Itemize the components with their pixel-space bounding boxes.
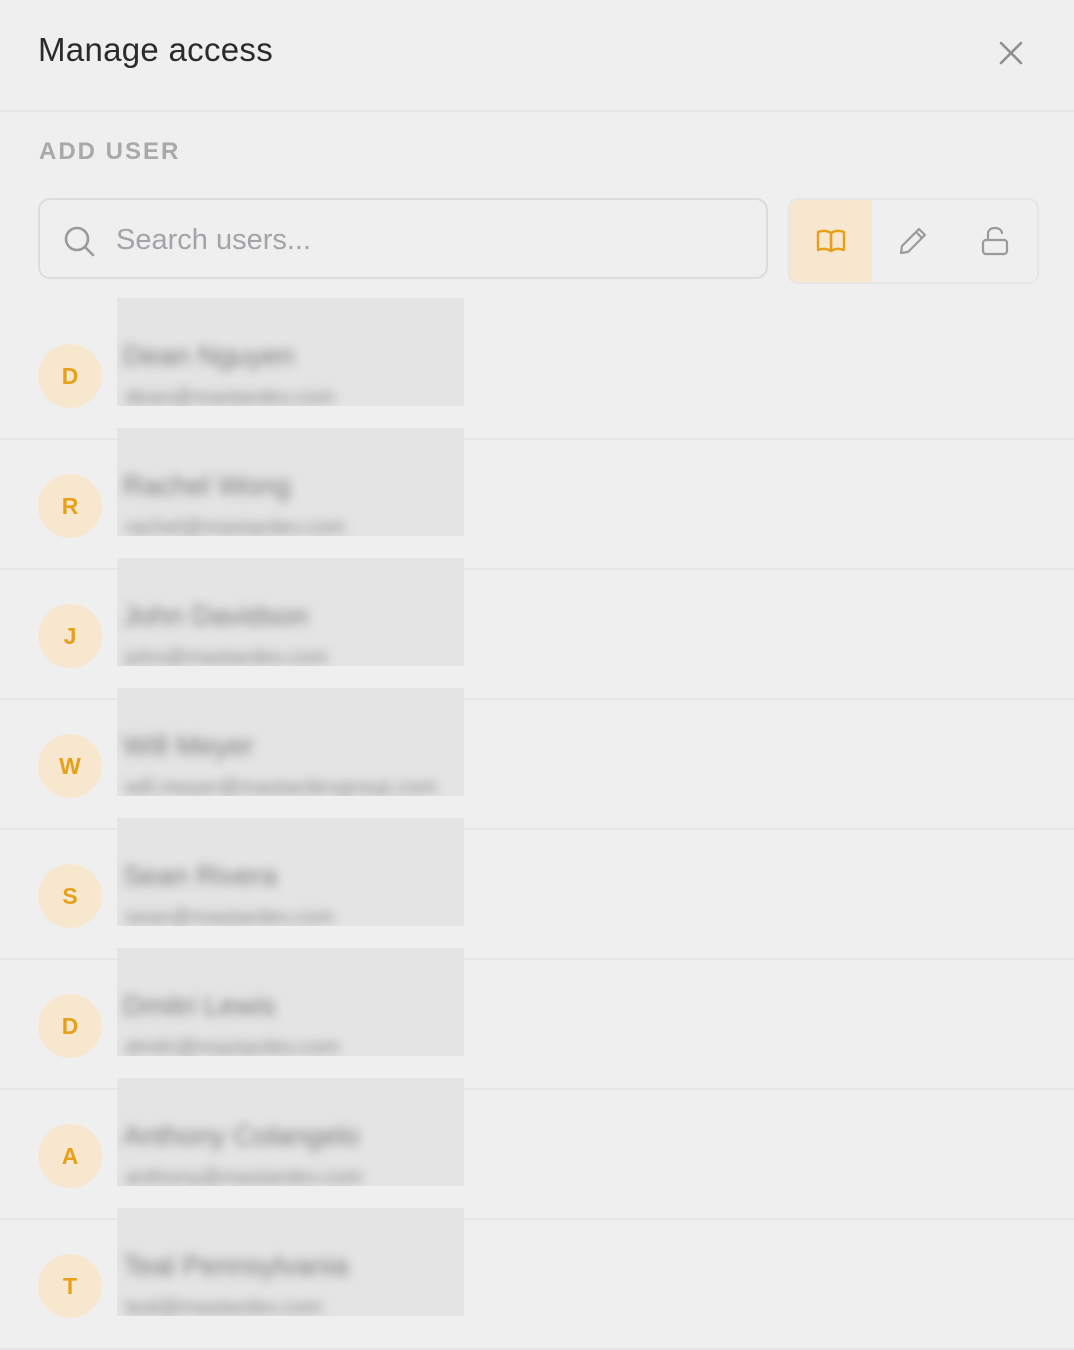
user-info-redacted: Dmitri Lewis dmitri@mastardev.com [117, 948, 464, 1056]
pencil-icon [899, 227, 927, 255]
avatar: D [38, 994, 102, 1058]
user-info-redacted: John Davidson john@mastardev.com [117, 558, 464, 666]
user-email: sean@mastardev.com [125, 906, 334, 926]
user-row[interactable]: W Will Meyer will.meyer@mastardevgroup.c… [0, 688, 1074, 830]
permission-edit-button[interactable] [872, 200, 954, 282]
close-icon[interactable] [992, 34, 1030, 72]
permission-read-button[interactable] [790, 200, 872, 282]
user-email: anthony@mastardev.com [125, 1166, 364, 1186]
user-name: John Davidson [123, 600, 309, 631]
user-email: rachel@mastardev.com [125, 516, 346, 536]
unlock-icon [981, 226, 1009, 256]
user-row[interactable]: J John Davidson john@mastardev.com [0, 558, 1074, 700]
add-user-label: ADD USER [39, 138, 181, 165]
user-row[interactable]: S Sean Rivera sean@mastardev.com [0, 818, 1074, 960]
avatar: S [38, 864, 102, 928]
search-field[interactable] [38, 198, 768, 279]
permission-admin-button[interactable] [954, 200, 1036, 282]
avatar: A [38, 1124, 102, 1188]
user-info-redacted: Dean Nguyen dean@mastardev.com [117, 298, 464, 406]
user-row[interactable]: A Anthony Colangelo anthony@mastardev.co… [0, 1078, 1074, 1220]
user-name: Will Meyer [123, 730, 254, 761]
dialog-title: Manage access [38, 31, 274, 68]
search-input[interactable] [114, 214, 738, 266]
user-info-redacted: Rachel Wong rachel@mastardev.com [117, 428, 464, 536]
avatar: J [38, 604, 102, 668]
dialog-header: Manage access [0, 0, 1074, 112]
user-name: Rachel Wong [123, 470, 291, 501]
user-name: Dean Nguyen [123, 340, 295, 371]
search-icon [64, 226, 95, 257]
user-email: dean@mastardev.com [125, 386, 336, 406]
user-row[interactable]: R Rachel Wong rachel@mastardev.com [0, 428, 1074, 570]
user-name: Dmitri Lewis [123, 990, 276, 1021]
user-name: Teal Pennsylvania [123, 1250, 349, 1281]
user-row[interactable]: D Dmitri Lewis dmitri@mastardev.com [0, 948, 1074, 1090]
avatar: T [38, 1254, 102, 1318]
user-email: dmitri@mastardev.com [125, 1036, 340, 1056]
user-email: will.meyer@mastardevgroup.com [125, 776, 437, 796]
user-list: D Dean Nguyen dean@mastardev.com R Rache… [0, 298, 1074, 1350]
user-row[interactable]: T Teal Pennsylvania teal@mastardev.com [0, 1208, 1074, 1350]
user-info-redacted: Will Meyer will.meyer@mastardevgroup.com [117, 688, 464, 796]
avatar: D [38, 344, 102, 408]
close-button[interactable] [992, 34, 1030, 72]
user-name: Sean Rivera [123, 860, 278, 891]
user-email: john@mastardev.com [125, 646, 329, 666]
user-name: Anthony Colangelo [123, 1120, 360, 1151]
book-icon [816, 229, 846, 253]
permission-selector [788, 198, 1039, 284]
user-info-redacted: Teal Pennsylvania teal@mastardev.com [117, 1208, 464, 1316]
user-row[interactable]: D Dean Nguyen dean@mastardev.com [0, 298, 1074, 440]
user-info-redacted: Anthony Colangelo anthony@mastardev.com [117, 1078, 464, 1186]
user-info-redacted: Sean Rivera sean@mastardev.com [117, 818, 464, 926]
avatar: R [38, 474, 102, 538]
avatar: W [38, 734, 102, 798]
user-email: teal@mastardev.com [125, 1296, 323, 1316]
